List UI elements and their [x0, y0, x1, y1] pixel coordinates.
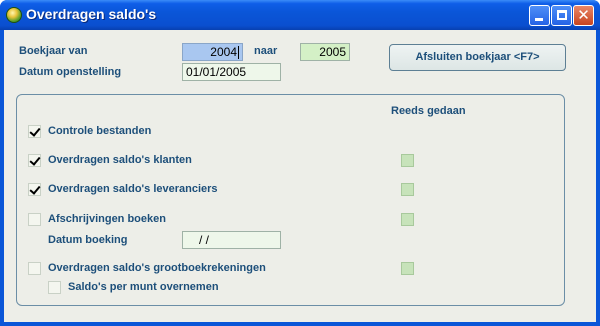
saldo-per-munt-checkbox[interactable]	[48, 281, 61, 294]
text-caret	[238, 46, 239, 60]
afsluiten-boekjaar-button[interactable]: Afsluiten boekjaar <F7>	[389, 44, 566, 71]
saldo-grootboek-done-indicator	[401, 262, 414, 275]
saldo-grootboek-checkbox[interactable]	[28, 262, 41, 275]
dialog-window: Overdragen saldo's ✕ Boekjaar van 2004 n…	[0, 0, 600, 326]
boekjaar-label: Boekjaar van	[19, 45, 88, 57]
reeds-gedaan-label: Reeds gedaan	[391, 105, 466, 117]
naar-label: naar	[254, 45, 278, 57]
minimize-button[interactable]	[529, 5, 550, 26]
window-title: Overdragen saldo's	[26, 6, 157, 22]
minimize-icon	[535, 18, 543, 21]
dialog-body: Boekjaar van 2004 naar 2005 Datum openst…	[4, 30, 596, 322]
saldo-grootboek-label: Overdragen saldo's grootboekrekeningen	[48, 262, 266, 274]
maximize-icon	[557, 10, 567, 20]
datum-boeking-input[interactable]: / /	[182, 231, 281, 249]
saldo-klanten-done-indicator	[401, 154, 414, 167]
close-button[interactable]: ✕	[573, 5, 594, 26]
transfer-options-group: Reeds gedaan Controle bestanden Overdrag…	[16, 94, 565, 306]
title-bar[interactable]: Overdragen saldo's ✕	[0, 0, 600, 30]
saldo-klanten-checkbox[interactable]	[28, 154, 41, 167]
boekjaar-naar-field: 2005	[300, 43, 350, 61]
saldo-klanten-label: Overdragen saldo's klanten	[48, 154, 192, 166]
controle-bestanden-checkbox[interactable]	[28, 125, 41, 138]
app-icon	[6, 7, 22, 23]
saldo-per-munt-label: Saldo's per munt overnemen	[68, 281, 219, 293]
afschrijvingen-label: Afschrijvingen boeken	[48, 213, 166, 225]
saldo-leveranciers-checkbox[interactable]	[28, 183, 41, 196]
datum-openstelling-label: Datum openstelling	[19, 66, 122, 78]
controle-bestanden-label: Controle bestanden	[48, 125, 152, 137]
afschrijvingen-done-indicator	[401, 213, 414, 226]
afschrijvingen-checkbox[interactable]	[28, 213, 41, 226]
datum-boeking-label: Datum boeking	[48, 234, 128, 246]
saldo-leveranciers-label: Overdragen saldo's leveranciers	[48, 183, 218, 195]
close-icon: ✕	[577, 7, 590, 24]
boekjaar-van-input[interactable]: 2004	[182, 43, 243, 61]
saldo-leveranciers-done-indicator	[401, 183, 414, 196]
datum-openstelling-input[interactable]: 01/01/2005	[182, 63, 281, 81]
boekjaar-van-value: 2004	[210, 45, 237, 59]
maximize-button[interactable]	[551, 5, 572, 26]
